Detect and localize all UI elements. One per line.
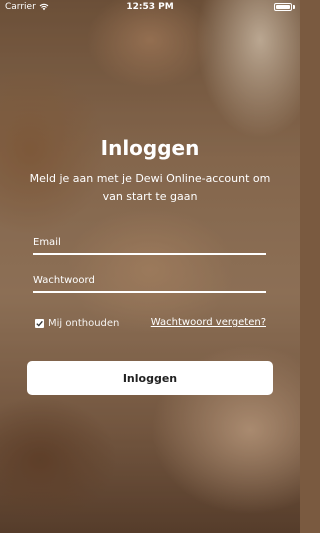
status-bar: Carrier 12:53 PM xyxy=(0,0,300,14)
login-button[interactable]: Inloggen xyxy=(27,361,273,395)
remember-me-option[interactable]: Mij onthouden xyxy=(35,318,119,329)
status-time: 12:53 PM xyxy=(126,2,174,12)
password-input[interactable] xyxy=(33,269,266,291)
page-title: Inloggen xyxy=(100,136,200,160)
remember-me-label: Mij onthouden xyxy=(48,318,120,329)
password-field xyxy=(33,269,266,293)
battery-icon xyxy=(274,3,295,11)
page-subtitle: Meld je aan met je Dewi Online-account o… xyxy=(29,172,271,203)
blurred-background-image xyxy=(0,0,300,533)
remember-me-checkbox[interactable] xyxy=(35,319,44,328)
checkmark-icon xyxy=(36,320,43,327)
email-input[interactable] xyxy=(33,231,266,253)
email-field xyxy=(33,231,266,255)
forgot-password-link[interactable]: Wachtwoord vergeten? xyxy=(151,317,266,328)
